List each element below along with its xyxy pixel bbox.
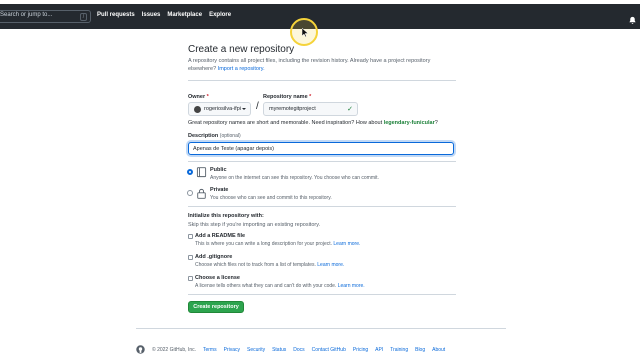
readme-learn-more-link[interactable]: Learn more. xyxy=(333,241,360,247)
owner-value: rogeriosilva-ifpi xyxy=(204,106,241,112)
footer-copyright: © 2022 GitHub, Inc. xyxy=(152,346,196,353)
repo-name-label: Repository name * xyxy=(263,94,311,100)
visibility-public-radio[interactable] xyxy=(187,169,193,175)
divider xyxy=(188,206,456,207)
name-hint: Great repository names are short and mem… xyxy=(188,120,438,126)
lock-icon xyxy=(197,188,206,199)
divider xyxy=(188,161,456,162)
hint-suffix: ? xyxy=(434,120,438,126)
license-desc: A license tells others what they can and… xyxy=(195,283,365,289)
repo-name-input[interactable]: myremotegitproject ✓ xyxy=(263,102,358,116)
mouse-pointer-icon xyxy=(302,28,308,37)
footer-link-training[interactable]: Training xyxy=(390,347,408,353)
check-icon: ✓ xyxy=(347,106,353,113)
gitignore-desc: Choose which files not to track from a l… xyxy=(195,262,344,268)
init-section-title: Initialize this repository with: xyxy=(188,213,264,219)
page-intro: A repository contains all project files,… xyxy=(188,57,456,73)
owner-avatar xyxy=(194,106,201,113)
license-checkbox[interactable] xyxy=(188,276,193,281)
global-nav: Pull requests Issues Marketplace Explore xyxy=(97,12,231,18)
footer-link-pricing[interactable]: Pricing xyxy=(353,347,368,353)
divider xyxy=(188,294,456,295)
footer-link-docs[interactable]: Docs xyxy=(293,347,304,353)
search-input[interactable]: Search or jump to... / xyxy=(0,10,91,23)
footer-link-status[interactable]: Status xyxy=(272,347,286,353)
owner-repo-separator: / xyxy=(256,101,259,112)
visibility-private-radio[interactable] xyxy=(187,190,193,196)
header-bar: Search or jump to... / xyxy=(0,4,640,29)
description-label-text: Description xyxy=(188,133,219,139)
search-shortcut-badge: / xyxy=(80,13,87,21)
github-logo-icon[interactable] xyxy=(136,345,145,354)
optional-tag: (optional) xyxy=(219,133,241,139)
readme-desc: This is where you can write a long descr… xyxy=(195,241,360,247)
footer: © 2022 GitHub, Inc. Terms Privacy Securi… xyxy=(136,345,445,354)
divider xyxy=(188,80,456,81)
required-mark: * xyxy=(309,94,312,100)
footer-link-terms[interactable]: Terms xyxy=(203,347,217,353)
license-desc-text: A license tells others what they can and… xyxy=(195,283,337,289)
footer-link-privacy[interactable]: Privacy xyxy=(224,347,240,353)
search-placeholder: Search or jump to... xyxy=(0,12,53,18)
visibility-private-desc: You choose who can see and commit to thi… xyxy=(210,195,332,201)
footer-link-security[interactable]: Security xyxy=(247,347,265,353)
license-title: Choose a license xyxy=(195,275,240,281)
description-value: Apenas de Teste (apagar depois) xyxy=(193,146,274,152)
footer-link-contact[interactable]: Contact GitHub xyxy=(312,347,346,353)
gitignore-learn-more-link[interactable]: Learn more. xyxy=(317,262,344,268)
footer-link-about[interactable]: About xyxy=(432,347,445,353)
required-mark: * xyxy=(206,94,209,100)
visibility-public-title: Public xyxy=(210,167,227,173)
gitignore-title: Add .gitignore xyxy=(195,254,233,260)
owner-label: Owner * xyxy=(188,94,209,100)
nav-pull-requests[interactable]: Pull requests xyxy=(97,12,135,18)
chevron-down-icon xyxy=(242,108,246,110)
nav-issues[interactable]: Issues xyxy=(142,12,161,18)
repo-name-label-text: Repository name xyxy=(263,94,308,100)
readme-title: Add a README file xyxy=(195,233,246,239)
readme-checkbox[interactable] xyxy=(188,234,193,239)
footer-link-blog[interactable]: Blog xyxy=(415,347,425,353)
nav-marketplace[interactable]: Marketplace xyxy=(167,12,202,18)
gitignore-desc-text: Choose which files not to track from a l… xyxy=(195,262,316,268)
page-title: Create a new repository xyxy=(188,44,295,55)
description-input[interactable]: Apenas de Teste (apagar depois) xyxy=(188,142,454,155)
license-learn-more-link[interactable]: Learn more. xyxy=(338,283,365,289)
nav-explore[interactable]: Explore xyxy=(209,12,231,18)
readme-desc-text: This is where you can write a long descr… xyxy=(195,241,333,247)
name-suggestion-link[interactable]: legendary-funicular xyxy=(384,120,435,126)
repo-public-icon xyxy=(196,167,207,178)
footer-divider xyxy=(136,328,506,329)
create-repository-button[interactable]: Create repository xyxy=(188,301,244,313)
notifications-bell-icon[interactable] xyxy=(628,16,637,25)
import-repository-link[interactable]: Import a repository. xyxy=(218,66,265,72)
visibility-private-title: Private xyxy=(210,187,229,193)
owner-select[interactable]: rogeriosilva-ifpi xyxy=(188,102,251,116)
owner-label-text: Owner xyxy=(188,94,206,100)
hint-text: Great repository names are short and mem… xyxy=(188,120,383,126)
repo-name-value: myremotegitproject xyxy=(269,106,316,112)
footer-link-api[interactable]: API xyxy=(375,347,383,353)
visibility-public-desc: Anyone on the internet can see this repo… xyxy=(210,175,379,181)
description-label: Description (optional) xyxy=(188,133,241,139)
gitignore-checkbox[interactable] xyxy=(188,255,193,260)
init-section-subtitle: Skip this step if you're importing an ex… xyxy=(188,222,321,228)
